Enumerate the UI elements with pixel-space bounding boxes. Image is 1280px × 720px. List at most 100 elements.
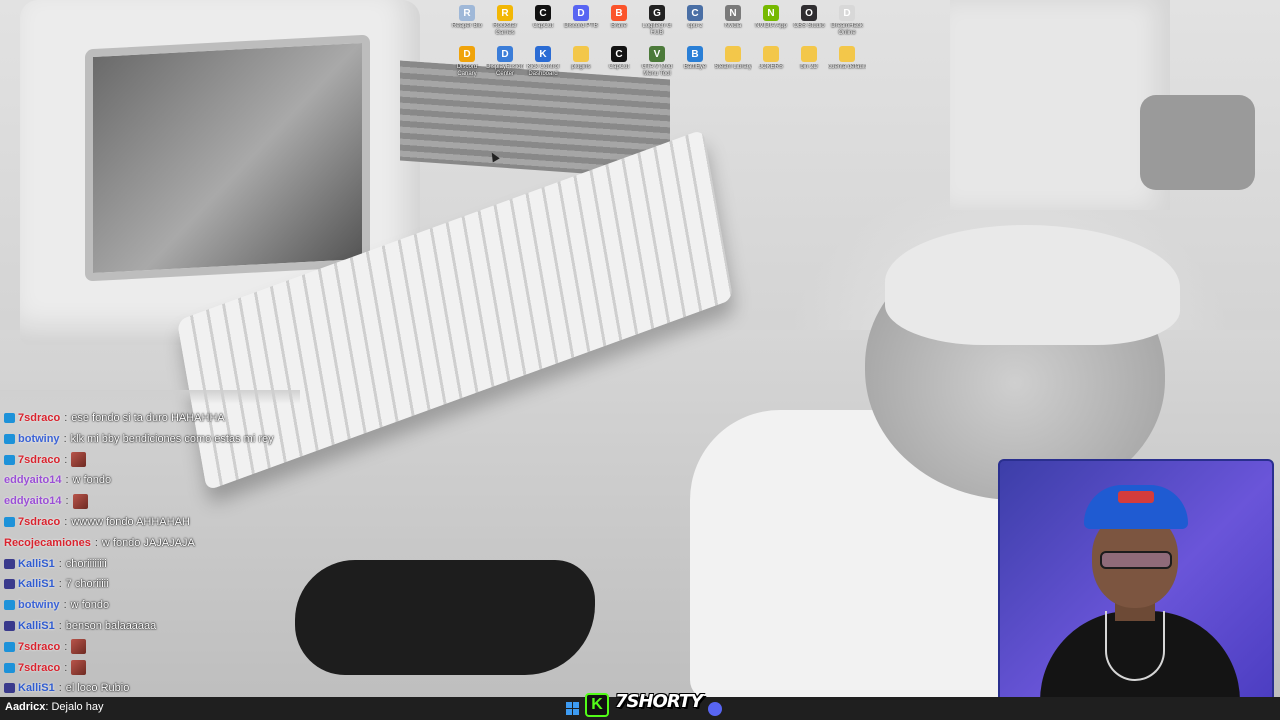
desktop-icon-label: bin 2D	[800, 64, 818, 70]
chat-separator: :	[63, 432, 67, 445]
folder-icon	[839, 46, 855, 62]
windows-start-icon[interactable]	[566, 702, 579, 715]
chat-message: 7sdraco:	[4, 658, 87, 678]
kick-badge-icon	[4, 579, 15, 590]
desktop-icon[interactable]: B BattlEye	[676, 43, 714, 84]
chat-message-text: wwww fondo AHHAHAH	[71, 516, 190, 528]
desktop-icon[interactable]: O OBS Studio	[790, 2, 828, 43]
desktop-icon-label: Nvidia	[724, 23, 742, 29]
desktop-icon[interactable]: N Nvidia	[714, 2, 752, 43]
app-icon: R	[459, 5, 475, 21]
chat-username: 7sdraco	[18, 640, 61, 653]
chat-message: KalliS1: el loco Rubio	[4, 678, 129, 696]
webcam-overlay	[998, 459, 1274, 713]
desktop-icon[interactable]: B Brave	[600, 2, 638, 43]
desktop-icon-label: DreamHack Online	[831, 23, 863, 36]
kick-badge-icon	[4, 683, 15, 694]
chat-overlay: 7sdraco: ese fondo si ta duro HAHAHHA botw…	[0, 390, 330, 696]
desktop-icon-label: plugins	[571, 64, 591, 70]
desktop-icon-label: NVIDIA App	[755, 23, 787, 29]
chat-message-text: w fondo	[70, 599, 110, 612]
desktop-icon[interactable]: R Reaper Bio	[448, 2, 486, 43]
chat-message: Recojecamiones: w fondo JAJAJAJA	[4, 533, 195, 553]
chat-message: KalliS1: benson balaaaaaa	[4, 616, 156, 636]
chat-message-text: ese fondo si ta duro HAHAHHA	[71, 412, 225, 424]
chat-emote-icon	[71, 639, 87, 655]
desktop-icon-grid: R Reaper Bio R Rockstar Games C CapCut D Discor…	[448, 2, 868, 84]
chat-separator: :	[58, 557, 62, 570]
wallpaper-pc-tower	[950, 0, 1170, 210]
desktop-icon[interactable]: bin 2D	[790, 43, 828, 84]
desktop-icon[interactable]: C CapCut	[524, 2, 562, 43]
desktop-icon[interactable]: R Rockstar Games	[486, 2, 524, 43]
desktop-icon[interactable]: D DisplayFusion Center	[486, 43, 524, 84]
chat-separator: :	[64, 453, 68, 466]
capcut-icon: C	[611, 46, 627, 62]
chat-emote-icon	[72, 493, 88, 509]
folder-icon	[573, 46, 589, 62]
chat-message: botwiny: klk mi bby bendiciones como esta…	[4, 429, 274, 449]
streamer-glasses	[1100, 551, 1172, 569]
discord-taskbar-icon[interactable]	[708, 701, 723, 716]
chat-username: eddyaito14	[4, 474, 62, 487]
chat-message-text: klk mi bby bendiciones como estas mi rey	[70, 432, 274, 445]
folder-icon	[763, 46, 779, 62]
desktop-icon-label: GTA V Mod Menu Tool	[641, 64, 673, 77]
desktop-icon[interactable]: K Kick Control Dashboard	[524, 43, 562, 84]
ticker-message: Dejalo hay	[51, 701, 104, 713]
desktop-icon[interactable]: G Logitech G HUB	[638, 2, 676, 43]
desktop-icon[interactable]: D Discord Canary	[448, 43, 486, 84]
desktop-icon-label: cuenta default	[828, 64, 866, 70]
7shorty-logo: 7SHORTY	[615, 691, 703, 712]
desktop-icon-label: CapCut	[532, 23, 554, 29]
desktop-icon[interactable]: D DreamHack Online	[828, 2, 866, 43]
chat-username: 7sdraco	[18, 453, 61, 466]
desktop-icon[interactable]: Steam Library	[714, 43, 752, 84]
desktop-icon[interactable]: plugins	[562, 43, 600, 84]
brave-icon: B	[611, 5, 627, 21]
twitch-badge-icon	[4, 433, 15, 444]
desktop-icon-label: JOKERS	[758, 64, 783, 70]
canary-icon: D	[459, 46, 475, 62]
chat-ticker: Aadricx: Dejalo hay	[5, 701, 103, 713]
desktop-icon[interactable]: JOKERS	[752, 43, 790, 84]
chat-username: KalliS1	[18, 578, 55, 591]
chat-message-text: choriiiiiiii	[65, 557, 107, 570]
twitch-badge-icon	[4, 600, 15, 611]
folder-icon	[725, 46, 741, 62]
desktop-icon[interactable]: N NVIDIA App	[752, 2, 790, 43]
wallpaper-speaker	[1140, 95, 1255, 190]
kick-badge-icon	[4, 621, 15, 631]
rockstar-icon: R	[497, 5, 513, 21]
desktop-icon[interactable]: D Discord PTB	[562, 2, 600, 43]
desktop-icon-label: cpu-z	[687, 23, 703, 29]
kick-icon: K	[535, 46, 551, 62]
chat-username: botwiny	[18, 599, 60, 612]
desktop-icon[interactable]: cuenta default	[828, 43, 866, 84]
kick-badge-icon	[4, 558, 15, 569]
chat-username: KalliS1	[18, 682, 55, 695]
chat-message-text: el loco Rubio	[65, 682, 130, 695]
chat-message: 7sdraco:	[4, 450, 87, 470]
discord-icon: D	[573, 5, 589, 21]
desktop-icon[interactable]: Ccpu-z	[676, 2, 714, 43]
desktop-icon-label: Brave	[611, 23, 627, 29]
chat-separator: :	[64, 640, 68, 653]
chat-separator: :	[64, 412, 68, 424]
twitch-badge-icon	[4, 662, 15, 673]
wallpaper-child-hair	[885, 225, 1180, 345]
chat-fade	[0, 390, 300, 404]
chat-message-text: w fondo	[72, 474, 112, 487]
battleye-icon: B	[687, 46, 703, 62]
twitch-badge-icon	[4, 641, 15, 652]
app-icon: D	[839, 5, 855, 21]
chat-username: botwiny	[18, 432, 60, 445]
desktop-icon-label: Discord Canary	[456, 64, 478, 77]
chat-separator: :	[58, 682, 62, 695]
bottom-bar: Aadricx: Dejalo hay K 7SHORTY	[0, 691, 1280, 720]
desktop-icon[interactable]: V GTA V Mod Menu Tool	[638, 43, 676, 84]
wallpaper-monitor-screen	[85, 34, 370, 282]
desktop-icon-label: Logitech G HUB	[642, 23, 672, 36]
chat-username: KalliS1	[18, 557, 55, 570]
desktop-icon[interactable]: C CapCut	[600, 43, 638, 84]
